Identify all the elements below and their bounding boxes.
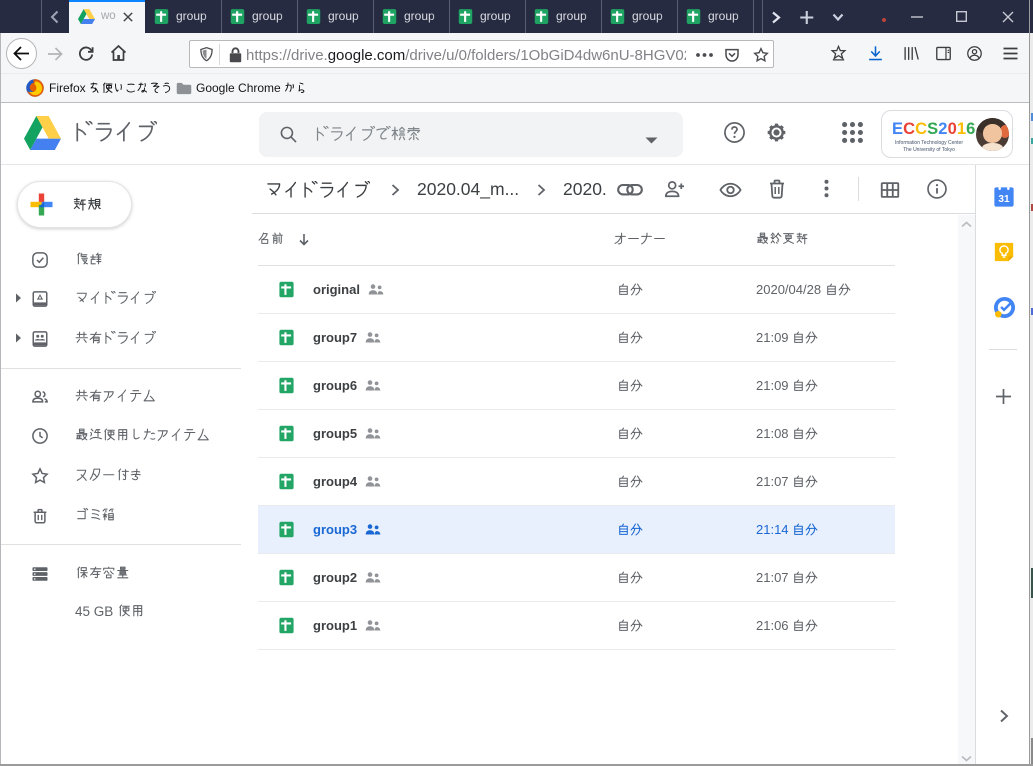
svg-text:31: 31 bbox=[998, 194, 1010, 205]
